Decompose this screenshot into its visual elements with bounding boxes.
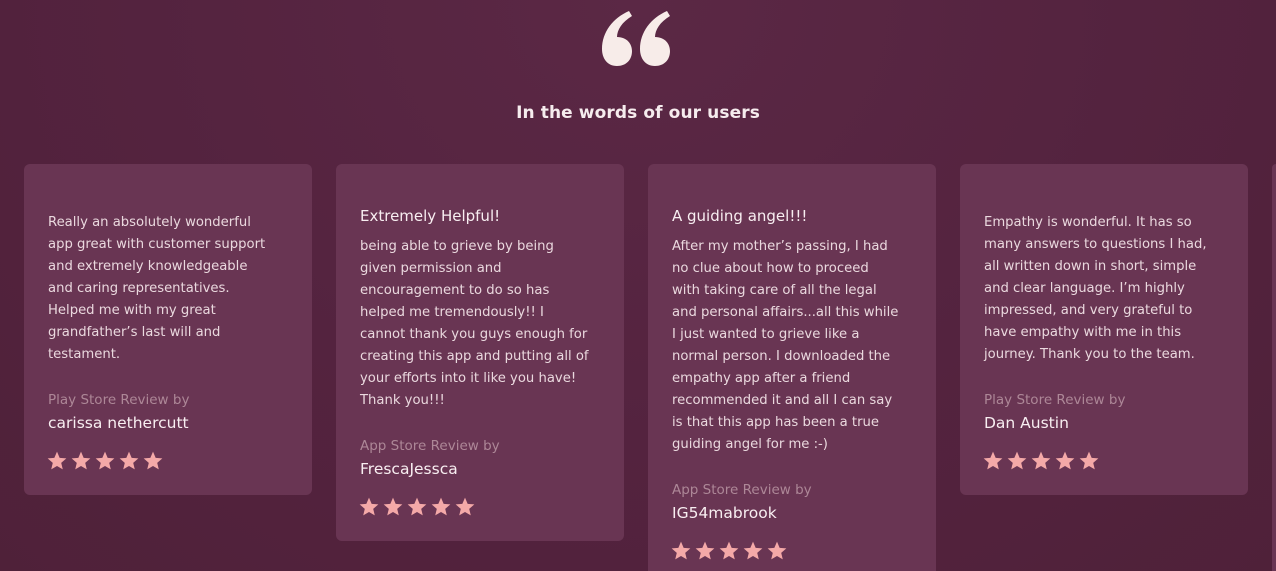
review-body: Really an absolutely wonderful app great…	[48, 215, 266, 362]
section-heading: In the words of our users	[516, 103, 760, 123]
review-author: Dan Austin	[984, 414, 1069, 432]
review-body: being able to grieve by being given perm…	[360, 239, 589, 408]
star-icon	[47, 451, 67, 470]
review-author: carissa nethercutt	[48, 414, 189, 432]
star-icon	[71, 451, 91, 470]
star-icon	[983, 451, 1003, 470]
review-source: Play Store Review by	[48, 392, 190, 408]
review-source: Play Store Review by	[984, 392, 1126, 408]
testimonials-section: In the words of our users Really an abso…	[0, 0, 1276, 571]
review-body: Empathy is wonderful. It has so many ans…	[984, 215, 1207, 362]
star-icon	[767, 541, 787, 560]
star-rating	[46, 450, 164, 472]
review-card: A guiding angel!!! After my mother’s pas…	[648, 164, 936, 571]
review-card: Extremely Helpful! being able to grieve …	[336, 164, 624, 541]
review-source: App Store Review by	[360, 438, 500, 454]
star-icon	[359, 497, 379, 516]
star-icon	[1055, 451, 1075, 470]
review-author: IG54mabrook	[672, 504, 777, 522]
quote-mark-icon	[602, 11, 670, 66]
star-icon	[383, 497, 403, 516]
star-icon	[1031, 451, 1051, 470]
star-icon	[719, 541, 739, 560]
star-icon	[1079, 451, 1099, 470]
star-icon	[695, 541, 715, 560]
review-source: App Store Review by	[672, 482, 812, 498]
review-title: Extremely Helpful!	[360, 207, 501, 225]
star-icon	[743, 541, 763, 560]
star-icon	[407, 497, 427, 516]
star-icon	[143, 451, 163, 470]
next-review-card-edge	[1272, 164, 1276, 571]
review-card: Empathy is wonderful. It has so many ans…	[960, 164, 1248, 495]
star-rating	[670, 540, 788, 562]
star-rating	[982, 450, 1100, 472]
review-title: A guiding angel!!!	[672, 207, 808, 225]
star-icon	[1007, 451, 1027, 470]
star-icon	[431, 497, 451, 516]
star-icon	[119, 451, 139, 470]
review-body: After my mother’s passing, I had no clue…	[672, 239, 899, 452]
star-icon	[95, 451, 115, 470]
star-rating	[358, 496, 476, 518]
star-icon	[671, 541, 691, 560]
review-author: FrescaJessca	[360, 460, 458, 478]
review-card: Really an absolutely wonderful app great…	[24, 164, 312, 495]
star-icon	[455, 497, 475, 516]
